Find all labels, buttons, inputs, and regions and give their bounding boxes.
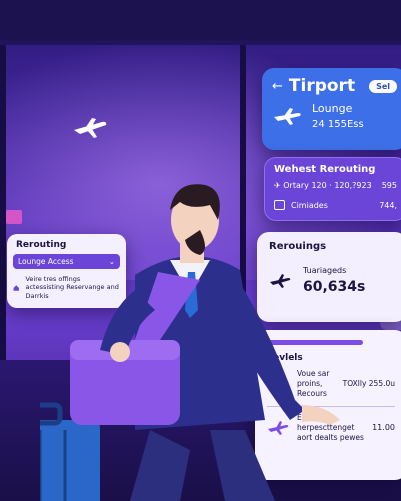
- window-transom: [0, 40, 401, 45]
- sign-icon: [6, 210, 22, 224]
- home-icon: [13, 284, 19, 291]
- event-value: 11.00: [372, 423, 395, 433]
- lounge-value: 24 155Ess: [312, 119, 364, 130]
- airport-scene: ← Tirport Sel Lounge 24 155Ess Wehest Re…: [0, 0, 401, 501]
- select-pill-button[interactable]: Sel: [369, 79, 397, 93]
- plane-icon: [274, 108, 301, 125]
- plane-icon: [74, 118, 107, 138]
- card-title: Tirport: [288, 76, 356, 96]
- rerouting-title: Wehest Rerouting: [274, 164, 376, 175]
- cimiades-value: 744,: [379, 200, 397, 210]
- back-arrow-icon[interactable]: ←: [272, 79, 283, 94]
- airport-card[interactable]: ← Tirport Sel Lounge 24 155Ess: [262, 68, 401, 150]
- traveler-illustration: [40, 184, 340, 501]
- route-value: 595: [381, 181, 397, 190]
- lounge-label: Lounge: [312, 102, 353, 115]
- window-frame-top: [0, 0, 401, 40]
